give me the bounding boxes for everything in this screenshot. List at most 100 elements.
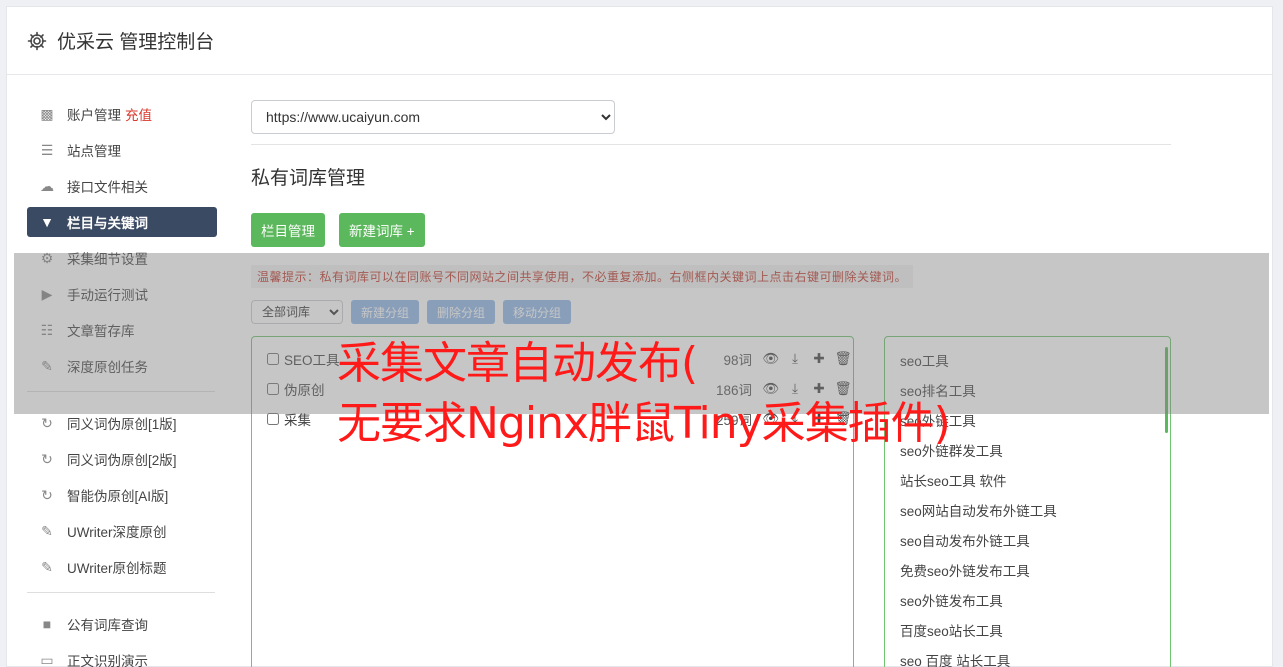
library-checkbox[interactable] xyxy=(267,383,279,395)
library-name[interactable]: SEO工具 xyxy=(284,349,340,369)
library-row: SEO工具 98词 👁 ⤓ ✚ 🗑 xyxy=(267,348,852,370)
play-circle-icon: ▶ xyxy=(41,285,53,302)
sidebar-item-label: UWriter原创标题 xyxy=(67,561,167,576)
library-group-select[interactable]: 全部词库 xyxy=(251,300,343,324)
eye-icon[interactable]: 👁 xyxy=(762,351,779,367)
top-bar: 优采云 管理控制台 xyxy=(7,7,1272,75)
keyword-item[interactable]: seo外链群发工具 xyxy=(900,441,1057,471)
sidebar-item-sites[interactable]: ☰ 站点管理 xyxy=(27,135,217,165)
scrollbar[interactable] xyxy=(1165,347,1168,433)
sidebar-item-label: 公有词库查询 xyxy=(67,618,148,633)
sidebar-item-collect-settings[interactable]: ⚙ 采集细节设置 xyxy=(27,243,217,273)
plus-icon[interactable]: ✚ xyxy=(811,351,827,367)
sidebar-item-account[interactable]: ▩ 账户管理 充值 xyxy=(27,99,217,129)
move-group-button[interactable]: 移动分组 xyxy=(503,300,572,324)
site-select[interactable]: https://www.ucaiyun.com xyxy=(251,100,615,134)
keyword-item[interactable]: seo排名工具 xyxy=(900,381,1057,411)
server-icon: ☰ xyxy=(40,141,54,158)
main-content: https://www.ucaiyun.com 私有词库管理 栏目管理 新建词库… xyxy=(251,100,1171,667)
refresh-icon: ↻ xyxy=(41,486,53,503)
sidebar-item-synonym-v1[interactable]: ↻ 同义词伪原创[1版] xyxy=(27,408,217,438)
trash-icon[interactable]: 🗑 xyxy=(834,381,851,397)
sidebar-item-uwriter-deep[interactable]: ✎ UWriter深度原创 xyxy=(27,516,217,546)
sidebar-item-api-files[interactable]: ☁ 接口文件相关 xyxy=(27,171,217,201)
eye-icon[interactable]: 👁 xyxy=(762,381,779,397)
library-count: 186词 xyxy=(715,383,752,398)
library-checkbox[interactable] xyxy=(267,353,279,365)
delete-group-button[interactable]: 删除分组 xyxy=(427,300,496,324)
keyword-item[interactable]: 免费seo外链发布工具 xyxy=(900,561,1057,591)
keyword-item[interactable]: seo工具 xyxy=(900,351,1057,381)
library-list-panel: SEO工具 98词 👁 ⤓ ✚ 🗑 伪原创 186词 👁 ⤓ ✚ 🗑 采集 25… xyxy=(251,336,854,667)
sidebar-item-public-lib[interactable]: ■ 公有词库查询 xyxy=(27,609,217,639)
new-library-button[interactable]: 新建词库 + xyxy=(339,213,425,247)
library-row: 采集 259词 👁 ⤓ ✚ 🗑 xyxy=(267,408,852,430)
sidebar-item-text-detect[interactable]: ▭ 正文识别演示 xyxy=(27,645,217,667)
sidebar-item-label: 同义词伪原创[2版] xyxy=(67,453,177,468)
download-icon[interactable]: ⤓ xyxy=(787,411,803,427)
library-checkbox[interactable] xyxy=(267,413,279,425)
bar-chart-icon: ▩ xyxy=(40,105,54,122)
sidebar-item-label: 文章暂存库 xyxy=(67,324,135,339)
keyword-item[interactable]: seo网站自动发布外链工具 xyxy=(900,501,1057,531)
keyword-item[interactable]: 站长seo工具 软件 xyxy=(900,471,1057,501)
keyword-item[interactable]: 百度seo站长工具 xyxy=(900,621,1057,651)
download-icon[interactable]: ⤓ xyxy=(787,351,803,367)
sidebar-divider xyxy=(27,391,215,392)
sidebar-item-label: 栏目与关键词 xyxy=(67,216,148,231)
library-panels: SEO工具 98词 👁 ⤓ ✚ 🗑 伪原创 186词 👁 ⤓ ✚ 🗑 采集 25… xyxy=(251,336,1171,667)
sidebar-item-label: 正文识别演示 xyxy=(67,654,148,667)
eye-icon[interactable]: 👁 xyxy=(762,411,779,427)
library-actions: 👁 ⤓ ✚ 🗑 xyxy=(762,381,851,397)
sidebar-item-article-store[interactable]: ☷ 文章暂存库 xyxy=(27,315,217,345)
plus-icon[interactable]: ✚ xyxy=(811,381,827,397)
keyword-item[interactable]: seo外链发布工具 xyxy=(900,591,1057,621)
sidebar-item-uwriter-title[interactable]: ✎ UWriter原创标题 xyxy=(27,552,217,582)
sidebar-item-label: 站点管理 xyxy=(67,144,121,159)
sidebar-item-label: 账户管理 xyxy=(67,108,121,123)
library-count: 98词 xyxy=(723,353,752,368)
sidebar-item-deep-original[interactable]: ✎ 深度原创任务 xyxy=(27,351,217,381)
keyword-item[interactable]: seo 百度 站长工具 xyxy=(900,651,1057,667)
sidebar-item-synonym-v2[interactable]: ↻ 同义词伪原创[2版] xyxy=(27,444,217,474)
keyword-item[interactable]: seo自动发布外链工具 xyxy=(900,531,1057,561)
trash-icon[interactable]: 🗑 xyxy=(834,351,851,367)
filter-icon: ▼ xyxy=(40,214,54,230)
book-icon: ■ xyxy=(42,616,52,632)
sidebar-item-manual-run[interactable]: ▶ 手动运行测试 xyxy=(27,279,217,309)
new-group-button[interactable]: 新建分组 xyxy=(351,300,420,324)
sidebar-item-label: 智能伪原创[AI版] xyxy=(67,489,169,504)
library-actions: 👁 ⤓ ✚ 🗑 xyxy=(762,351,851,367)
plus-icon[interactable]: ✚ xyxy=(811,411,827,427)
monitor-icon: ▭ xyxy=(40,651,54,667)
sidebar-item-label: UWriter深度原创 xyxy=(67,525,167,540)
download-icon[interactable]: ⤓ xyxy=(787,381,803,397)
keyword-list-panel: seo工具 seo排名工具 seo外链工具 seo外链群发工具 站长seo工具 … xyxy=(884,336,1171,667)
sidebar-item-label: 接口文件相关 xyxy=(67,180,148,195)
library-row: 伪原创 186词 👁 ⤓ ✚ 🗑 xyxy=(267,378,852,400)
library-actions: 👁 ⤓ ✚ 🗑 xyxy=(762,411,851,427)
console-title: 优采云 管理控制台 xyxy=(57,32,215,53)
gear-icon xyxy=(27,31,47,51)
sidebar-item-label: 深度原创任务 xyxy=(67,360,148,375)
column-manage-button[interactable]: 栏目管理 xyxy=(251,213,325,247)
library-name[interactable]: 采集 xyxy=(284,409,311,429)
group-toolbar: 全部词库 新建分组 删除分组 移动分组 xyxy=(251,300,1171,324)
page-title: 私有词库管理 xyxy=(251,168,366,189)
action-buttons: 栏目管理 新建词库 + xyxy=(251,213,1171,247)
cloud-upload-icon: ☁ xyxy=(40,177,54,194)
sidebar-item-columns-keywords[interactable]: ▼ 栏目与关键词 xyxy=(27,207,217,237)
library-name[interactable]: 伪原创 xyxy=(284,379,325,399)
sidebar-item-ai-rewrite[interactable]: ↻ 智能伪原创[AI版] xyxy=(27,480,217,510)
gears-icon: ⚙ xyxy=(40,249,54,266)
trash-icon[interactable]: 🗑 xyxy=(834,411,851,427)
recharge-link[interactable]: 充值 xyxy=(125,104,152,124)
database-icon: ☷ xyxy=(40,321,54,338)
edit-icon: ✎ xyxy=(41,357,53,374)
console-frame: 优采云 管理控制台 ▩ 账户管理 充值 ☰ 站点管理 ☁ 接口文件相关 ▼ 栏目… xyxy=(6,6,1273,667)
refresh-icon: ↻ xyxy=(41,450,53,467)
keyword-item[interactable]: seo外链工具 xyxy=(900,411,1057,441)
edit-icon: ✎ xyxy=(41,558,53,575)
sidebar-divider xyxy=(27,592,215,593)
tip-text: 温馨提示：私有词库可以在同账号不同网站之间共享使用，不必重复添加。右侧框内关键词… xyxy=(251,265,914,288)
